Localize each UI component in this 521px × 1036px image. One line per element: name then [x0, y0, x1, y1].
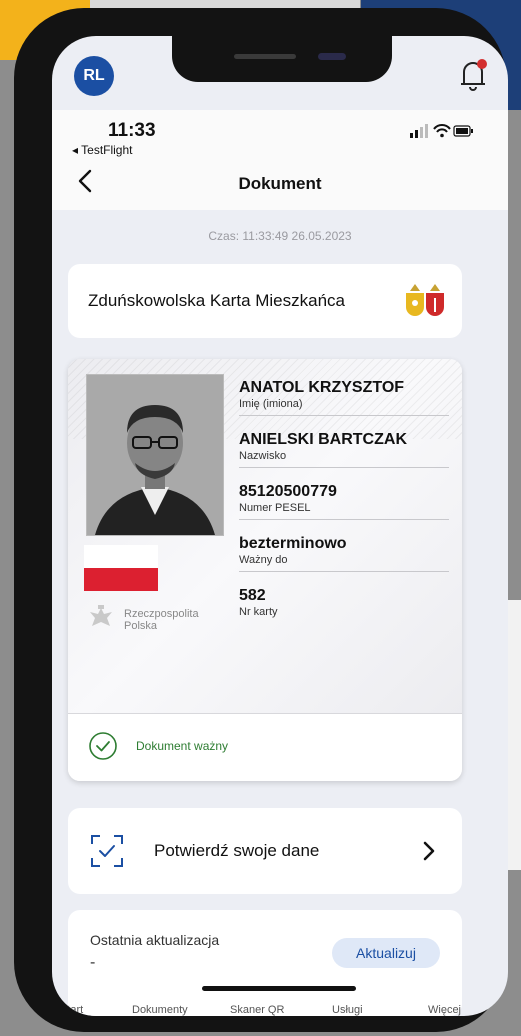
tab-start[interactable]: Start: [60, 1004, 83, 1016]
tab-documents[interactable]: Dokumenty: [132, 1004, 188, 1016]
valid-until-label: Ważny do: [239, 554, 288, 566]
pesel-value: 85120500779: [239, 483, 337, 500]
valid-until-value: bezterminowo: [239, 535, 347, 552]
coat-of-arms-icon: [404, 281, 446, 323]
last-update-card: Ostatnia aktualizacja - Aktualizuj: [68, 910, 462, 1016]
city-card: Zduńskowolska Karta Mieszkańca: [68, 264, 462, 338]
valid-until-field: bezterminowo Ważny do: [239, 535, 347, 566]
surname-label: Nazwisko: [239, 450, 287, 462]
battery-icon: [453, 125, 473, 137]
separator: [239, 571, 449, 572]
pesel-field: 85120500779 Numer PESEL: [239, 483, 337, 514]
avatar[interactable]: RL: [74, 56, 114, 96]
timestamp: Czas: 11:33:49 26.05.2023: [208, 229, 352, 243]
document-status-text: Dokument ważny: [136, 739, 229, 753]
top-bar: 11:33 ◂ TestFlight Dokument: [52, 110, 508, 210]
page-title: Dokument: [238, 174, 322, 193]
tab-services[interactable]: Usługi: [332, 1004, 363, 1016]
status-time: 11:33: [108, 120, 156, 141]
tab-bar: Start Dokumenty Skaner QR Usługi Więcej: [52, 1004, 508, 1016]
surname-field: ANIELSKI BARTCZAK Nazwisko: [239, 431, 407, 462]
country-name: Rzeczpospolita Polska: [124, 608, 199, 632]
eagle-emblem-icon: [88, 604, 114, 636]
scan-check-icon: [90, 834, 124, 868]
back-to-app-link[interactable]: ◂ TestFlight: [72, 143, 133, 157]
check-circle-icon: [88, 731, 118, 761]
camera: [318, 53, 346, 60]
pesel-label: Numer PESEL: [239, 502, 311, 514]
speaker: [234, 54, 296, 59]
wifi-icon: [433, 124, 451, 138]
surname-value: ANIELSKI BARTCZAK: [239, 431, 407, 448]
card-number-field: 582 Nr karty: [239, 587, 278, 618]
last-update-label: Ostatnia aktualizacja: [90, 932, 220, 948]
tab-qr-scanner[interactable]: Skaner QR: [230, 1004, 284, 1016]
document-status-row: Dokument ważny: [68, 714, 462, 781]
separator: [239, 415, 449, 416]
update-button[interactable]: Aktualizuj: [332, 938, 440, 968]
notch: [172, 36, 392, 82]
first-names-value: ANATOL KRZYSZTOF: [239, 379, 405, 396]
confirm-data-button[interactable]: Potwierdź swoje dane: [68, 808, 462, 894]
confirm-data-label: Potwierdź swoje dane: [154, 841, 320, 860]
separator: [239, 467, 449, 468]
first-names-label: Imię (imiona): [239, 398, 303, 410]
signal-icon: [410, 124, 428, 138]
separator: [239, 519, 449, 520]
card-number-value: 582: [239, 587, 266, 604]
chevron-right-icon: [422, 840, 436, 862]
poland-flag: [84, 545, 158, 591]
city-card-label: Zduńskowolska Karta Mieszkańca: [88, 291, 346, 310]
tab-more[interactable]: Więcej: [428, 1004, 461, 1016]
phone-frame: RL 11:33 ◂ TestFlight Dokument Czas: 11:…: [14, 8, 508, 1032]
status-icons: [410, 123, 474, 144]
phone-screen: RL 11:33 ◂ TestFlight Dokument Czas: 11:…: [52, 36, 508, 1016]
bell-icon[interactable]: [458, 58, 488, 92]
portrait-photo: [86, 374, 224, 536]
identity-document-card: Rzeczpospolita Polska ANATOL KRZYSZTOF I…: [68, 359, 462, 781]
first-names-field: ANATOL KRZYSZTOF Imię (imiona): [239, 379, 404, 410]
card-number-label: Nr karty: [239, 606, 278, 618]
home-indicator: [202, 986, 356, 991]
last-update-value: -: [90, 954, 96, 971]
